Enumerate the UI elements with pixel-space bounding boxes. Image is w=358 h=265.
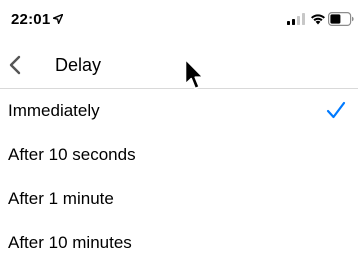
option-label: After 1 minute bbox=[8, 189, 114, 208]
option-label: After 10 seconds bbox=[8, 145, 136, 164]
page-title: Delay bbox=[55, 55, 102, 75]
option-label: After 10 minutes bbox=[8, 233, 132, 252]
location-arrow-icon bbox=[53, 14, 63, 24]
status-time: 22:01 bbox=[11, 11, 51, 28]
wifi-icon bbox=[311, 14, 325, 25]
status-bar: 22:01 bbox=[0, 0, 358, 40]
delay-options-list: Immediately After 10 seconds After 1 min… bbox=[0, 89, 358, 265]
cellular-signal-icon bbox=[287, 13, 305, 25]
navigation-bar: Delay bbox=[0, 44, 358, 89]
back-button[interactable] bbox=[4, 52, 28, 80]
checkmark-icon bbox=[326, 101, 346, 119]
option-after-10-seconds[interactable]: After 10 seconds bbox=[0, 133, 358, 177]
option-immediately[interactable]: Immediately bbox=[0, 89, 358, 133]
option-label: Immediately bbox=[8, 101, 100, 120]
option-after-1-minute[interactable]: After 1 minute bbox=[0, 177, 358, 221]
battery-icon bbox=[328, 12, 354, 26]
chevron-left-icon bbox=[9, 55, 21, 75]
option-after-10-minutes[interactable]: After 10 minutes bbox=[0, 221, 358, 265]
